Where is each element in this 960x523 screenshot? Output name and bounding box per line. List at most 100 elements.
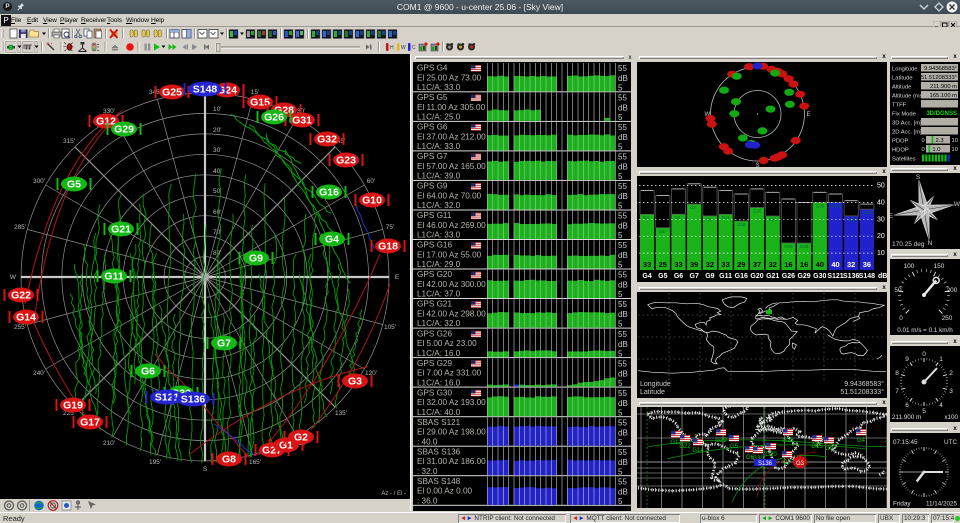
svg-text:GPS G20: GPS G20	[417, 270, 452, 279]
svg-text:dB: dB	[618, 281, 628, 290]
svg-text:9.94368583°: 9.94368583°	[924, 66, 957, 72]
svg-text:SBAS S148: SBAS S148	[417, 477, 461, 486]
svg-text:1.0: 1.0	[932, 147, 940, 153]
svg-text:33: 33	[643, 260, 651, 269]
svg-text:5: 5	[618, 320, 623, 329]
svg-text:x100: x100	[944, 414, 958, 421]
svg-text:L1C/A: 40.0: L1C/A: 40.0	[417, 408, 461, 417]
svg-text:32: 32	[769, 260, 777, 269]
svg-text:211.900 m: 211.900 m	[892, 414, 921, 421]
svg-text:55: 55	[618, 359, 627, 368]
svg-text:: 36.0: : 36.0	[417, 496, 438, 505]
svg-text:: 32.0: : 32.0	[417, 467, 438, 476]
svg-text:211.900 m: 211.900 m	[930, 84, 957, 90]
svg-text:2D Acc. [m]: 2D Acc. [m]	[892, 129, 922, 135]
svg-text:El 64.00 Az 70.00: El 64.00 Az 70.00	[417, 191, 482, 200]
svg-text:G3: G3	[348, 376, 362, 388]
svg-text:5: 5	[618, 231, 623, 240]
svg-text:L1C/A: 16.0: L1C/A: 16.0	[417, 378, 461, 387]
svg-text:G7: G7	[690, 205, 697, 210]
svg-text:2.3: 2.3	[936, 138, 944, 144]
svg-text:GPS G21: GPS G21	[417, 300, 452, 309]
svg-text:Altitude (msl): Altitude (msl)	[892, 93, 926, 99]
svg-text:285': 285'	[14, 224, 26, 231]
svg-text:El 17.00 Az 55.00: El 17.00 Az 55.00	[417, 251, 482, 260]
svg-text:dB: dB	[618, 428, 628, 437]
svg-text:3: 3	[949, 388, 953, 395]
svg-text:135': 135'	[335, 410, 347, 417]
svg-text:Satellites: Satellites	[892, 156, 916, 162]
svg-text:G21: G21	[111, 224, 131, 236]
svg-text:dB: dB	[618, 192, 628, 201]
svg-text:Altitude: Altitude	[892, 84, 911, 90]
svg-text:50: 50	[877, 183, 885, 190]
svg-text:L1C/A: 29.0: L1C/A: 29.0	[417, 260, 461, 269]
svg-text:40: 40	[816, 260, 824, 269]
svg-text:L1C/A: 16.0: L1C/A: 16.0	[417, 349, 461, 358]
svg-text:TTFF: TTFF	[892, 102, 907, 108]
svg-text:200: 200	[947, 287, 958, 294]
svg-text:5: 5	[618, 379, 623, 388]
svg-text:G6: G6	[674, 273, 683, 280]
svg-text:El 42.00 Az 298.00: El 42.00 Az 298.00	[417, 310, 486, 319]
svg-text:G30: G30	[816, 203, 825, 208]
svg-text:SBAS S121: SBAS S121	[417, 418, 461, 427]
svg-text:G30: G30	[813, 273, 826, 280]
svg-text:5: 5	[618, 261, 623, 270]
svg-text:L1C/A: 32.0: L1C/A: 32.0	[417, 319, 461, 328]
svg-text:G9: G9	[705, 273, 714, 280]
svg-text:HDOP: HDOP	[892, 147, 909, 153]
svg-text:40: 40	[831, 260, 839, 269]
svg-text:S121: S121	[827, 273, 843, 280]
svg-text:55: 55	[618, 123, 627, 132]
svg-text:55: 55	[618, 212, 627, 221]
svg-text:9.94368583°: 9.94368583°	[844, 380, 884, 388]
svg-text:El 29.00 Az 198.00: El 29.00 Az 198.00	[417, 428, 486, 437]
svg-text:El 11.00 Az 305.00: El 11.00 Az 305.00	[417, 103, 486, 112]
svg-text:G19: G19	[63, 400, 83, 412]
svg-text:5: 5	[618, 143, 623, 152]
svg-text:37: 37	[753, 260, 761, 269]
svg-text:G11: G11	[722, 215, 731, 220]
svg-text:10': 10'	[213, 106, 221, 113]
svg-text:G25: G25	[782, 438, 794, 444]
svg-text:11/14/2025: 11/14/2025	[926, 501, 958, 508]
svg-text:105': 105'	[384, 324, 396, 331]
svg-text:150: 150	[934, 263, 945, 270]
svg-text:dB: dB	[618, 340, 628, 349]
svg-text:W: W	[954, 201, 960, 208]
svg-text:5: 5	[618, 497, 623, 506]
svg-text:5: 5	[618, 84, 623, 93]
svg-text:El 0.00 Az 0.00: El 0.00 Az 0.00	[417, 487, 473, 496]
svg-text:9: 9	[905, 356, 909, 363]
svg-text:G22: G22	[11, 290, 31, 302]
svg-text:G7: G7	[690, 273, 699, 280]
svg-text:S136: S136	[758, 461, 773, 467]
svg-text:El 5.00 Az 23.00: El 5.00 Az 23.00	[417, 339, 477, 348]
svg-text:170.25 deg: 170.25 deg	[892, 241, 925, 248]
svg-text:G5: G5	[730, 444, 739, 450]
svg-text:G29: G29	[797, 273, 810, 280]
svg-text:dB: dB	[618, 222, 628, 231]
svg-text:165.100 m: 165.100 m	[930, 93, 958, 99]
svg-text:3D/DGNSS: 3D/DGNSS	[926, 111, 957, 117]
svg-text:30: 30	[877, 216, 885, 223]
svg-text:El 46.00 Az 269.00: El 46.00 Az 269.00	[417, 221, 486, 230]
svg-text:G29: G29	[114, 124, 134, 136]
svg-text:07:15:45: 07:15:45	[893, 439, 918, 446]
svg-text:G21: G21	[766, 273, 779, 280]
svg-text:16: 16	[800, 260, 808, 269]
svg-text:G20: G20	[765, 452, 777, 458]
svg-text:40: 40	[877, 199, 885, 206]
svg-text:55: 55	[618, 330, 627, 339]
svg-text:GPS G11: GPS G11	[417, 211, 452, 220]
svg-text:255': 255'	[14, 324, 26, 331]
svg-text:0: 0	[899, 315, 903, 322]
svg-text:33: 33	[721, 260, 729, 269]
svg-text:20: 20	[877, 233, 885, 240]
svg-text:El 25.00 Az 73.00: El 25.00 Az 73.00	[417, 73, 482, 82]
svg-text:10: 10	[877, 250, 885, 257]
svg-text:L1C/A: 25.0: L1C/A: 25.0	[417, 113, 461, 122]
svg-text:36: 36	[863, 260, 871, 269]
svg-text:L1C/A: 39.0: L1C/A: 39.0	[417, 172, 461, 181]
